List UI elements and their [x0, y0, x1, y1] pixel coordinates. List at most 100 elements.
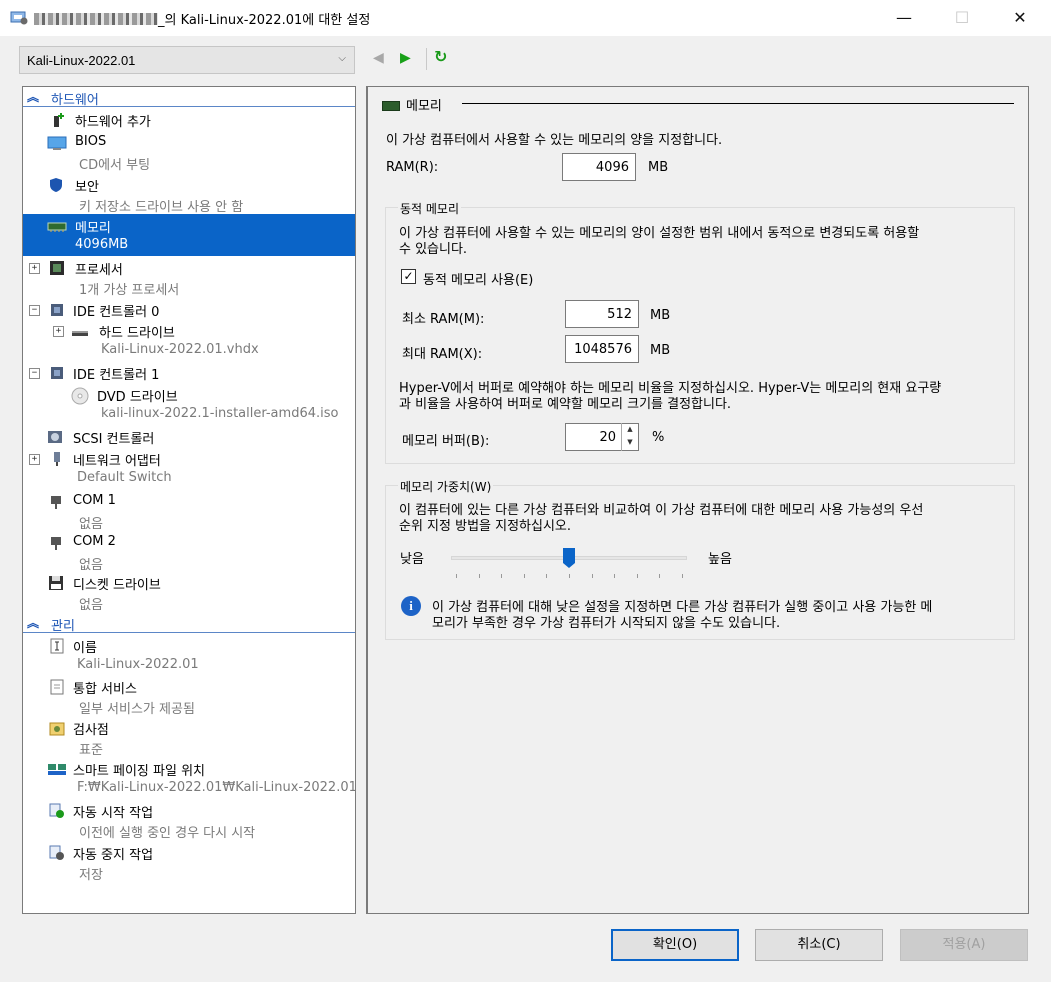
dynamic-memory-description-1: 이 가상 컴퓨터에 사용할 수 있는 메모리의 양이 설정한 범위 내에서 동적…	[399, 226, 920, 241]
collapse-toggle[interactable]: −	[29, 305, 40, 316]
tree-item-add-hardware[interactable]: 하드웨어 추가	[23, 108, 355, 130]
slider-tick	[456, 574, 457, 578]
bios-icon	[47, 136, 67, 150]
smart-paging-icon	[48, 764, 66, 775]
dynamic-memory-description-2: 수 있습니다.	[399, 242, 468, 257]
title-bar: _의 Kali-Linux-2022.01에 대한 설정 — ☐ ✕	[0, 0, 1051, 36]
section-header-hardware[interactable]: ︽ 하드웨어	[23, 87, 355, 108]
slider-tick	[523, 574, 525, 578]
tree-item-ide-controller-0[interactable]: − IDE 컨트롤러 0	[23, 298, 355, 320]
slider-tick	[614, 574, 616, 578]
com-port-icon	[51, 496, 61, 509]
tree-item-processor[interactable]: + 프로세서 1개 가상 프로세서	[23, 256, 355, 298]
tree-item-security[interactable]: 보안 키 저장소 드라이브 사용 안 함	[23, 173, 355, 215]
ok-button[interactable]: 확인(O)	[611, 929, 739, 961]
spin-down-icon[interactable]: ▼	[622, 436, 638, 449]
panel-header: 메모리	[382, 95, 442, 114]
tree-item-com-2[interactable]: COM 2 없음	[23, 531, 355, 573]
expand-toggle[interactable]: +	[53, 326, 64, 337]
hard-drive-icon	[72, 331, 88, 336]
tree-item-dvd-drive[interactable]: DVD 드라이브 kali-linux-2022.1-installer-amd…	[23, 383, 355, 425]
tree-item-integration-services[interactable]: 통합 서비스 일부 서비스가 제공됨	[23, 675, 355, 717]
enable-dynamic-memory-label[interactable]: 동적 메모리 사용(E)	[423, 269, 533, 288]
slider-tick	[591, 574, 593, 578]
vm-selector-dropdown[interactable]: Kali-Linux-2022.01 ⌵	[19, 46, 355, 74]
tree-item-name[interactable]: 이름 Kali-Linux-2022.01	[23, 634, 355, 676]
min-ram-label: 최소 RAM(M):	[402, 312, 485, 327]
min-ram-unit: MB	[650, 308, 671, 323]
shield-icon	[50, 178, 62, 192]
dvd-icon	[71, 387, 89, 405]
tree-item-com-1[interactable]: COM 1 없음	[23, 490, 355, 532]
apply-button[interactable]: 적용(A)	[900, 929, 1028, 961]
memory-weight-group: 메모리 가중치(W) 이 컴퓨터에 있는 다른 가상 컴퓨터와 비교하여 이 가…	[385, 478, 1015, 640]
header-divider	[462, 103, 1014, 104]
slider-tick	[682, 574, 683, 578]
section-header-management[interactable]: ︽ 관리	[23, 613, 355, 634]
settings-tree[interactable]: ︽ 하드웨어 하드웨어 추가 BIOS CD에서 부팅 보안 키 저장소 드라이…	[22, 86, 356, 914]
tree-item-scsi-controller[interactable]: SCSI 컨트롤러	[23, 425, 355, 447]
dynamic-memory-group: 동적 메모리 이 가상 컴퓨터에 사용할 수 있는 메모리의 양이 설정한 범위…	[385, 200, 1015, 464]
ide-controller-icon	[51, 367, 63, 379]
memory-icon	[382, 101, 400, 111]
expand-toggle[interactable]: +	[29, 263, 40, 274]
min-ram-input[interactable]: 512	[565, 300, 639, 328]
info-icon: i	[401, 596, 421, 616]
tree-item-auto-start[interactable]: 자동 시작 작업 이전에 실행 중인 경우 다시 시작	[23, 799, 355, 841]
memory-weight-info-2: 모리가 부족한 경우 가상 컴퓨터가 시작되지 않을 수도 있습니다.	[432, 616, 781, 631]
memory-buffer-unit: %	[652, 430, 665, 445]
buffer-description-2: 과 비율을 사용하여 버퍼로 예약할 메모리 크기를 결정합니다.	[399, 397, 732, 412]
tree-item-bios[interactable]: BIOS CD에서 부팅	[23, 131, 355, 173]
checkpoint-icon	[49, 722, 65, 736]
enable-dynamic-memory-checkbox[interactable]: ✓	[401, 269, 416, 284]
max-ram-unit: MB	[650, 343, 671, 358]
ram-input[interactable]: 4096	[562, 153, 636, 181]
processor-icon	[50, 261, 64, 275]
maximize-button[interactable]: ☐	[939, 0, 985, 34]
ram-unit: MB	[648, 160, 669, 175]
max-ram-input[interactable]: 1048576	[565, 335, 639, 363]
slider-tick	[478, 574, 480, 578]
tree-item-auto-stop[interactable]: 자동 중지 작업 저장	[23, 841, 355, 883]
dynamic-memory-legend: 동적 메모리	[398, 200, 462, 217]
refresh-icon[interactable]: ↻	[434, 47, 447, 66]
expand-toggle[interactable]: +	[29, 454, 40, 465]
spin-up-icon[interactable]: ▲	[622, 423, 638, 436]
tree-item-ide-controller-1[interactable]: − IDE 컨트롤러 1	[23, 361, 355, 383]
previous-arrow-icon[interactable]: ◀	[373, 50, 384, 66]
tree-item-smart-paging[interactable]: 스마트 페이징 파일 위치 F:₩Kali-Linux-2022.01₩Kali…	[23, 757, 355, 799]
collapse-toggle[interactable]: −	[29, 368, 40, 379]
close-button[interactable]: ✕	[997, 0, 1043, 34]
slider-tick	[569, 574, 570, 578]
memory-settings-panel: 메모리 이 가상 컴퓨터에서 사용할 수 있는 메모리의 양을 지정합니다. R…	[366, 86, 1029, 914]
minimize-button[interactable]: —	[881, 0, 927, 34]
tree-item-hard-drive[interactable]: + 하드 드라이브 Kali-Linux-2022.01.vhdx	[23, 319, 355, 361]
max-ram-label: 최대 RAM(X):	[402, 347, 483, 362]
slider-tick	[659, 574, 661, 578]
chevron-down-icon: ⌵	[338, 53, 346, 64]
memory-description: 이 가상 컴퓨터에서 사용할 수 있는 메모리의 양을 지정합니다.	[386, 133, 723, 148]
ram-label: RAM(R):	[386, 160, 439, 175]
slider-low-label: 낮음	[400, 552, 424, 567]
add-hardware-icon	[54, 113, 64, 127]
collapse-chevron-icon: ︽	[27, 90, 40, 104]
memory-buffer-spinner[interactable]: ▲ ▼	[621, 423, 638, 451]
tree-item-memory[interactable]: 메모리 4096MB	[23, 214, 355, 256]
tree-item-checkpoints[interactable]: 검사점 표준	[23, 716, 355, 758]
memory-icon	[47, 222, 67, 232]
floppy-icon	[49, 576, 63, 590]
tree-item-floppy-drive[interactable]: 디스켓 드라이브 없음	[23, 571, 355, 613]
toolbar-separator	[426, 48, 427, 70]
tree-item-network-adapter[interactable]: + 네트워크 어댑터 Default Switch	[23, 447, 355, 489]
memory-weight-description-2: 순위 지정 방법을 지정하십시오.	[399, 519, 572, 534]
slider-tick	[501, 574, 503, 578]
hyperv-settings-icon	[10, 11, 28, 25]
slider-high-label: 높음	[708, 552, 732, 567]
cancel-button[interactable]: 취소(C)	[755, 929, 883, 961]
auto-stop-icon	[49, 845, 64, 860]
ide-controller-icon	[51, 304, 63, 316]
slider-tick	[636, 574, 638, 578]
next-arrow-icon[interactable]: ▶	[400, 50, 411, 66]
memory-weight-slider-thumb[interactable]	[562, 547, 576, 569]
slider-tick	[546, 574, 548, 578]
